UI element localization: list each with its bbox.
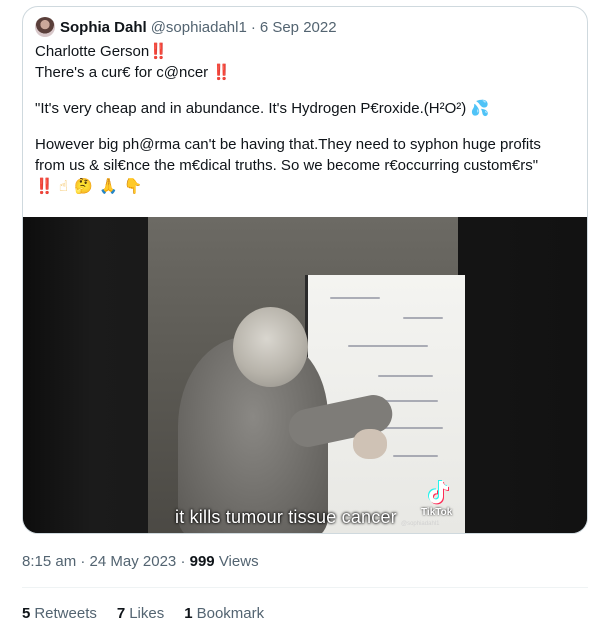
text-line-5: from us & sil€nce the m€dical truths. So… <box>35 157 539 174</box>
views-label: Views <box>218 553 259 570</box>
double-exclamation-icon: ‼️ <box>35 178 54 195</box>
tweet-time[interactable]: 8:15 am <box>22 553 76 570</box>
text-line: "It's very cheap and in abundance. It's … <box>35 98 575 119</box>
tiktok-logo-icon <box>428 480 449 505</box>
text-line-3: "It's very cheap and in abundance. It's … <box>35 100 467 117</box>
tweet-meta: 8:15 am · 24 May 2023 · 999 Views <box>22 552 259 572</box>
quoted-author-name[interactable]: Sophia Dahl <box>60 19 147 36</box>
emoji-row: ‼️ ☝ 🤔 🙏 👇 <box>35 176 575 197</box>
meta-separator: · <box>180 553 186 570</box>
double-exclamation-icon: ‼️ <box>212 64 231 81</box>
index-pointing-up-icon: ☝ <box>58 178 68 195</box>
text-line: from us & sil€nce the m€dical truths. So… <box>35 155 575 176</box>
text-line-4: However big ph@rma can't be having that.… <box>35 136 541 153</box>
thinking-face-icon: 🤔 <box>74 178 93 195</box>
likes-link[interactable]: 7 Likes <box>117 604 164 624</box>
views-count: 999 <box>189 553 215 570</box>
avatar[interactable] <box>35 17 55 37</box>
text-line-2: There's a cur€ for c@ncer <box>35 64 209 81</box>
pointing-down-icon: 👇 <box>123 178 143 195</box>
quoted-tweet-header: Sophia Dahl @sophiadahl1 · 6 Sep 2022 <box>35 17 337 37</box>
bookmarks-link[interactable]: 1 Bookmark <box>184 604 264 624</box>
text-line-1: Charlotte Gerson <box>35 43 150 60</box>
retweets-count: 5 <box>22 605 31 622</box>
retweets-label: Retweets <box>34 605 97 622</box>
tiktok-handle: @sophiadahl1 <box>401 521 440 527</box>
likes-count: 7 <box>116 605 126 622</box>
video-caption: it kills tumour tissue cancer <box>175 507 397 527</box>
quoted-author-handle[interactable]: @sophiadahl1 <box>151 19 247 36</box>
divider <box>22 587 588 588</box>
engagement-stats: 5 Retweets 7 Likes 1 Bookmark <box>22 604 284 624</box>
double-exclamation-icon: ‼️ <box>149 43 168 60</box>
retweets-link[interactable]: 5 Retweets <box>22 604 97 624</box>
text-line: Charlotte Gerson‼️ <box>35 41 575 62</box>
text-line: However big ph@rma can't be having that.… <box>35 134 575 155</box>
folded-hands-icon: 🙏 <box>99 178 118 195</box>
person-hand <box>353 429 387 459</box>
likes-label: Likes <box>129 605 165 622</box>
bookmarks-label: Bookmark <box>196 605 265 622</box>
quoted-tweet-date[interactable]: 6 Sep 2022 <box>260 19 337 36</box>
quoted-tweet-card[interactable]: Sophia Dahl @sophiadahl1 · 6 Sep 2022 Ch… <box>22 6 588 534</box>
text-line: There's a cur€ for c@ncer ‼️ <box>35 62 575 83</box>
person-head <box>233 307 308 387</box>
sweat-droplets-icon: 💦 <box>470 100 490 117</box>
header-separator: · <box>250 18 256 36</box>
bookmarks-count: 1 <box>184 605 193 622</box>
quoted-tweet-text: Charlotte Gerson‼️ There's a cur€ for c@… <box>35 41 575 197</box>
video-player[interactable]: TikTok @sophiadahl1 it kills tumour tiss… <box>23 217 587 533</box>
tweet-date[interactable]: 24 May 2023 <box>90 553 177 570</box>
tiktok-label: TikTok <box>421 507 453 518</box>
meta-separator: · <box>80 553 86 570</box>
